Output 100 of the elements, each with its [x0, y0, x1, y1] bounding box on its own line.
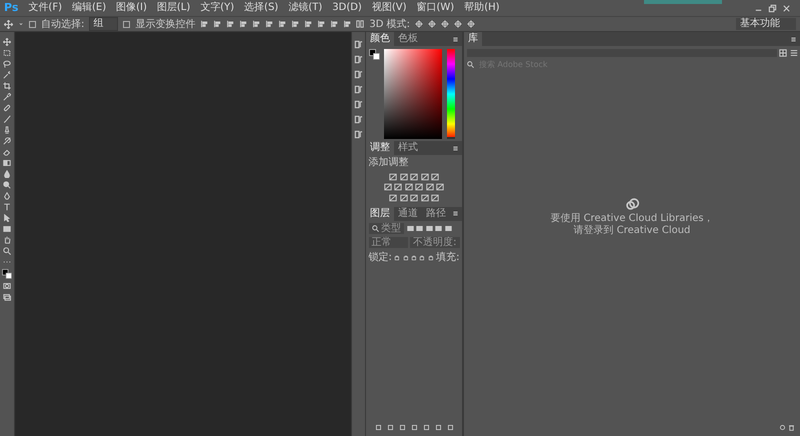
adjustment-icon[interactable]	[410, 194, 418, 202]
panel-tab[interactable]: 库	[464, 32, 482, 46]
menu-item[interactable]: 视图(V)	[368, 1, 410, 15]
adjustment-icon[interactable]	[404, 183, 413, 191]
adjustment-icon[interactable]	[436, 183, 444, 191]
adjustment-icon[interactable]	[415, 183, 424, 191]
eyedropper-icon[interactable]	[3, 93, 11, 101]
align-icon[interactable]	[239, 20, 248, 28]
panel-menu-icon[interactable]	[452, 144, 459, 152]
lasso-icon[interactable]	[3, 60, 11, 68]
quick-mask-icon[interactable]	[3, 282, 11, 290]
color-swatches-icon[interactable]	[2, 269, 12, 279]
align-icon[interactable]	[213, 20, 222, 28]
menu-item[interactable]: 文件(F)	[24, 1, 66, 15]
library-message: 要使用 Creative Cloud Libraries， 请登录到 Creative Cloud	[550, 213, 714, 238]
align-icon[interactable]	[200, 20, 208, 28]
adjustment-icon[interactable]	[389, 172, 397, 180]
adjustment-icon[interactable]	[431, 172, 439, 180]
adjustment-icon[interactable]	[431, 194, 439, 202]
history-brush-icon[interactable]	[3, 137, 11, 145]
rectangle-icon[interactable]	[3, 225, 11, 233]
checkbox[interactable]	[29, 20, 36, 28]
align-icon[interactable]	[330, 20, 338, 28]
zoom-icon[interactable]	[3, 247, 11, 255]
crop-icon[interactable]	[3, 82, 11, 90]
adjustment-icon[interactable]	[426, 183, 434, 191]
caret-icon[interactable]	[18, 21, 24, 27]
checkbox[interactable]	[123, 20, 130, 28]
align-icon[interactable]	[291, 20, 300, 28]
color-field[interactable]	[384, 48, 442, 138]
drop-icon[interactable]	[3, 170, 11, 178]
eraser-icon[interactable]	[3, 148, 11, 156]
align-icon[interactable]	[278, 20, 286, 28]
panel-tab[interactable]: 颜色	[366, 32, 394, 46]
search-icon	[466, 61, 474, 68]
adjustment-icon[interactable]	[410, 172, 418, 180]
close-icon[interactable]	[782, 4, 791, 12]
adjustment-icon[interactable]	[389, 194, 397, 202]
panel-tab[interactable]: 调整	[366, 141, 394, 155]
adjustment-icon[interactable]	[400, 172, 408, 180]
lock-pixels-icon[interactable]	[394, 254, 400, 261]
target-dropdown[interactable]: 组	[89, 17, 118, 31]
menu-item[interactable]: 文字(Y)	[196, 1, 238, 15]
wand-icon[interactable]	[3, 71, 11, 79]
adjustment-icon[interactable]	[420, 194, 428, 202]
lock-icon[interactable]	[428, 254, 434, 261]
panel-menu-icon[interactable]	[452, 210, 459, 217]
panel-menu-icon[interactable]	[790, 36, 797, 42]
adjustment-icon[interactable]	[394, 183, 402, 191]
lock-label: 锁定:	[368, 250, 392, 265]
pen-icon[interactable]	[3, 192, 11, 200]
menu-item[interactable]: 滤镜(T)	[284, 1, 326, 15]
panel-tab[interactable]: 样式	[394, 141, 422, 155]
hue-slider[interactable]	[447, 48, 455, 138]
align-icon[interactable]	[252, 20, 260, 28]
mode-3d-label: 3D 模式:	[369, 18, 410, 32]
hand-icon[interactable]	[3, 236, 11, 244]
option-label: 自动选择:	[41, 18, 84, 32]
align-icon[interactable]	[226, 20, 234, 28]
type-icon[interactable]	[3, 203, 11, 211]
color-swatches-icon[interactable]	[368, 48, 380, 60]
panel-tab[interactable]: 图层	[366, 206, 394, 220]
blend-mode-dropdown[interactable]: 正常	[368, 236, 408, 248]
panel-tab[interactable]: 通道	[394, 206, 422, 220]
align-icon[interactable]	[304, 20, 312, 28]
restore-icon[interactable]	[768, 4, 777, 12]
distribute-icon[interactable]	[356, 20, 364, 28]
adjustment-icon[interactable]	[384, 183, 392, 191]
gradient-icon[interactable]	[3, 159, 11, 167]
menu-item[interactable]: 编辑(E)	[68, 1, 110, 15]
menu-item[interactable]: 图层(L)	[152, 1, 194, 15]
workspace-dropdown[interactable]: 基本功能	[736, 18, 796, 30]
panel-heading: 添加调整	[368, 156, 410, 170]
fill-label: 填充:	[436, 250, 460, 265]
adjustment-icon[interactable]	[420, 172, 428, 180]
menu-item[interactable]: 选择(S)	[240, 1, 282, 15]
panel-menu-icon[interactable]	[452, 36, 459, 42]
menu-item[interactable]: 窗口(W)	[412, 1, 458, 15]
bandage-icon[interactable]	[3, 104, 11, 112]
panel-tab[interactable]: 色板	[394, 32, 422, 46]
list-view-icon[interactable]	[790, 48, 798, 56]
opacity-label: 不透明度:	[410, 236, 460, 248]
option-label: 显示变换控件	[135, 18, 196, 32]
menu-item[interactable]: 帮助(H)	[460, 1, 504, 15]
menu-item[interactable]: 图像(I)	[112, 1, 151, 15]
creative-cloud-icon	[624, 196, 640, 211]
menu-item[interactable]: 3D(D)	[328, 1, 366, 15]
adjustment-icon[interactable]	[400, 194, 408, 202]
marquee-icon[interactable]	[3, 49, 11, 57]
stamp-icon[interactable]	[3, 126, 11, 134]
search-icon	[372, 225, 378, 232]
app-logo: Ps	[4, 0, 18, 16]
align-icon[interactable]	[317, 20, 326, 28]
grid-view-icon[interactable]	[779, 48, 787, 56]
arrow-icon[interactable]	[3, 214, 11, 222]
screen-mode-icon[interactable]	[3, 293, 11, 301]
align-icon[interactable]	[265, 20, 274, 28]
align-icon[interactable]	[343, 20, 352, 28]
panel-tab[interactable]: 路径	[422, 206, 450, 220]
filter-dropdown[interactable]: 类型	[368, 223, 404, 234]
